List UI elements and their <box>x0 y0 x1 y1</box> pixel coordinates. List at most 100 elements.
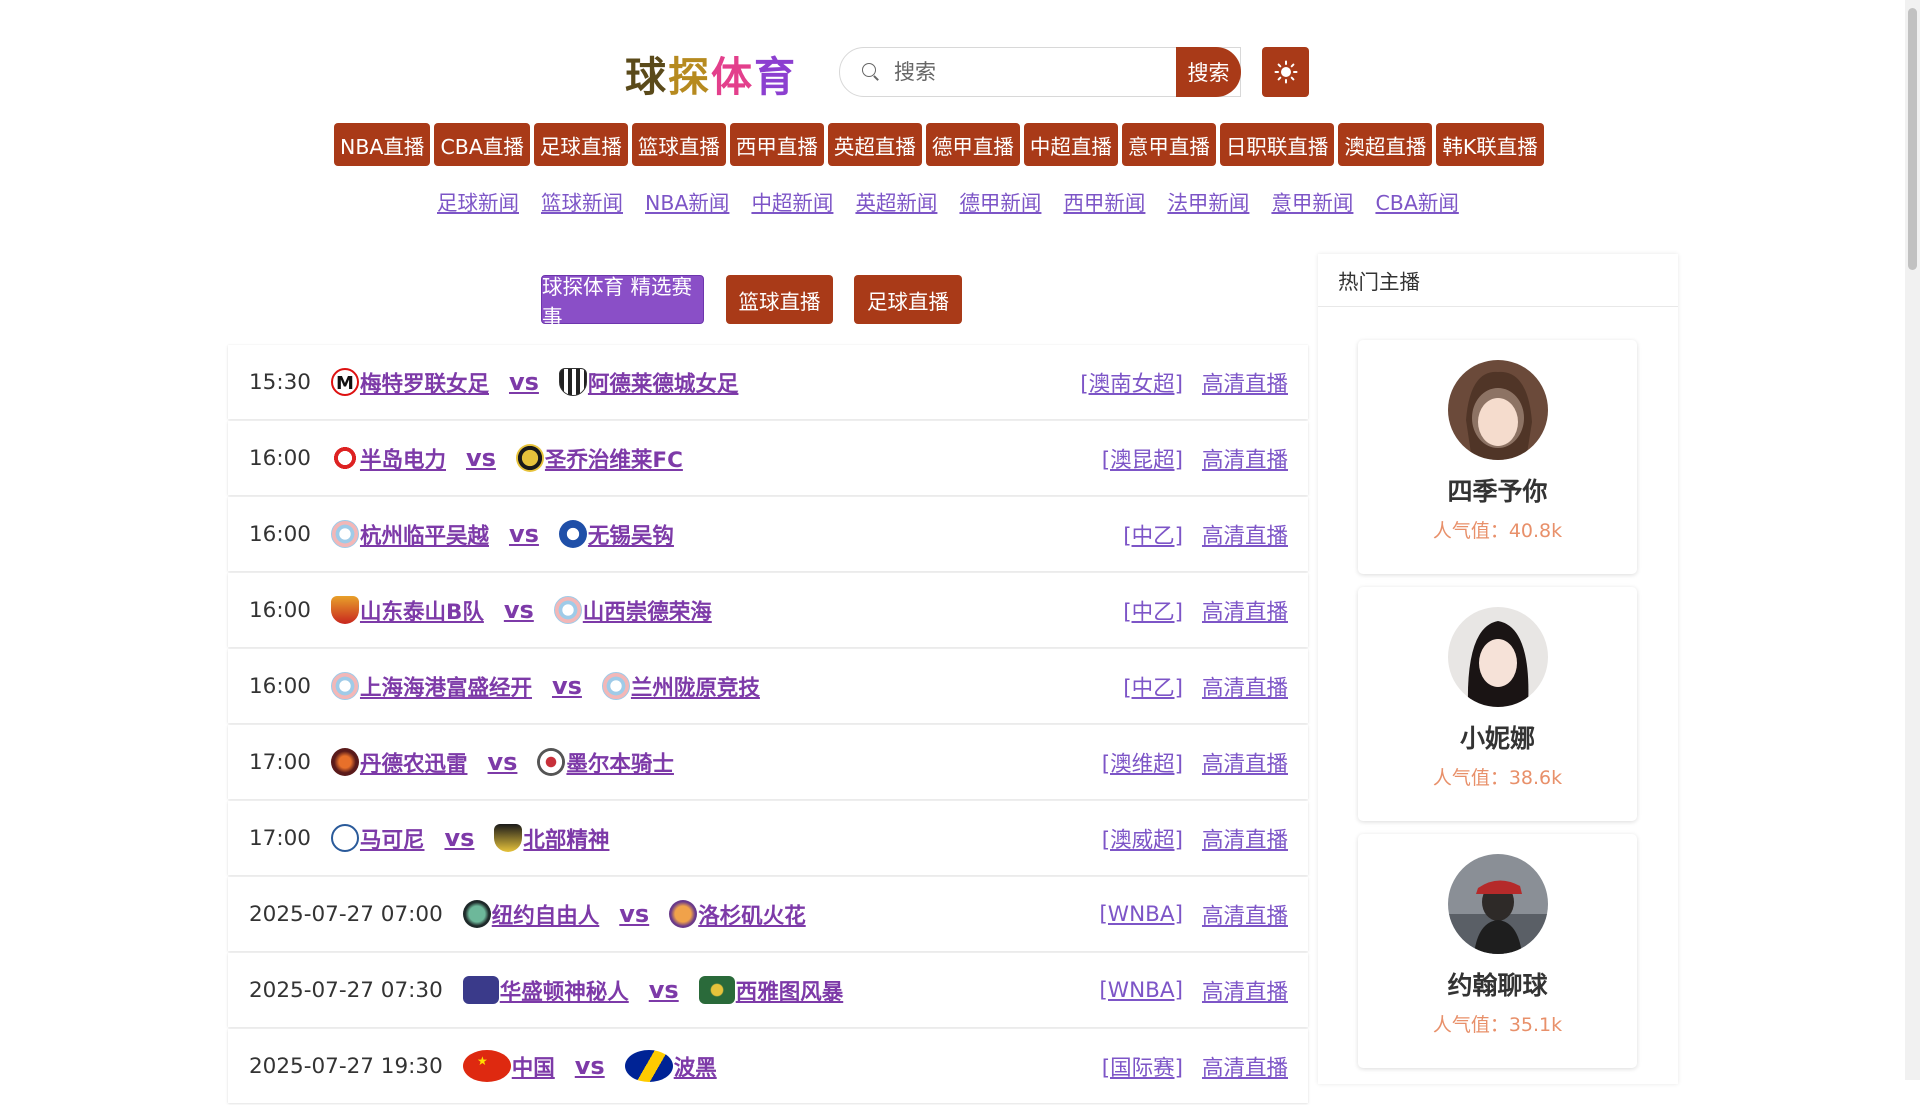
watch-live-link[interactable]: 高清直播 <box>1202 823 1288 854</box>
league-link[interactable]: [中乙] <box>1123 595 1183 626</box>
away-team[interactable]: 洛杉矶火花 <box>669 899 806 930</box>
league-link[interactable]: [澳威超] <box>1102 823 1183 854</box>
team-name[interactable]: 杭州临平吴越 <box>360 519 489 550</box>
team-name[interactable]: 半岛电力 <box>360 443 446 474</box>
team-name[interactable]: 波黑 <box>674 1051 717 1082</box>
live-nav-football[interactable]: 足球直播 <box>533 123 628 166</box>
home-team[interactable]: 纽约自由人 <box>462 899 600 930</box>
avatar[interactable] <box>1447 607 1548 707</box>
basketball-live-button[interactable]: 篮球直播 <box>726 275 833 324</box>
watch-live-link[interactable]: 高清直播 <box>1202 519 1288 550</box>
team-name[interactable]: 纽约自由人 <box>492 899 600 930</box>
team-name[interactable]: 兰州陇原竞技 <box>631 671 760 702</box>
team-name[interactable]: 洛杉矶火花 <box>698 899 806 930</box>
news-nav-cba[interactable]: CBA新闻 <box>1375 186 1458 216</box>
news-nav-epl[interactable]: 英超新闻 <box>855 186 937 216</box>
live-nav-jleague[interactable]: 日职联直播 <box>1219 123 1335 166</box>
league-link[interactable]: [WNBA] <box>1099 902 1183 927</box>
home-team[interactable]: 山东泰山B队 <box>330 595 484 626</box>
team-name[interactable]: 圣乔治维莱FC <box>545 443 683 474</box>
league-link[interactable]: [澳南女超] <box>1080 367 1183 398</box>
news-nav-basketball[interactable]: 篮球新闻 <box>541 186 623 216</box>
home-team[interactable]: 华盛顿神秘人 <box>462 975 629 1006</box>
away-team[interactable]: 北部精神 <box>494 823 609 854</box>
watch-live-link[interactable]: 高清直播 <box>1202 747 1288 778</box>
away-team[interactable]: 波黑 <box>624 1050 717 1082</box>
team-name[interactable]: 墨尔本骑士 <box>566 747 674 778</box>
live-nav-aleague[interactable]: 澳超直播 <box>1338 123 1433 166</box>
anchor-card[interactable]: 约翰聊球 人气值：35.1k <box>1358 834 1637 1068</box>
team-name[interactable]: 阿德莱德城女足 <box>588 367 739 398</box>
watch-live-link[interactable]: 高清直播 <box>1202 443 1288 474</box>
home-team[interactable]: 半岛电力 <box>330 443 446 474</box>
live-nav-nba[interactable]: NBA直播 <box>334 123 431 166</box>
home-team[interactable]: 杭州临平吴越 <box>330 519 489 550</box>
home-team[interactable]: 马可尼 <box>330 823 425 854</box>
team-name[interactable]: 上海海港富盛经开 <box>360 671 532 702</box>
site-logo[interactable]: 球探体育 <box>625 48 797 101</box>
league-link[interactable]: [WNBA] <box>1099 978 1183 1003</box>
away-team[interactable]: 圣乔治维莱FC <box>515 443 683 474</box>
news-nav-football[interactable]: 足球新闻 <box>437 186 519 216</box>
avatar[interactable] <box>1447 360 1548 460</box>
football-live-button[interactable]: 足球直播 <box>854 275 962 324</box>
league-link[interactable]: [澳昆超] <box>1102 443 1183 474</box>
team-name[interactable]: 山东泰山B队 <box>360 595 484 626</box>
away-team[interactable]: 无锡吴钩 <box>558 519 674 550</box>
team-name[interactable]: 马可尼 <box>360 823 425 854</box>
live-nav-csl[interactable]: 中超直播 <box>1023 123 1118 166</box>
scrollbar-thumb[interactable] <box>1908 8 1917 270</box>
watch-live-link[interactable]: 高清直播 <box>1202 899 1288 930</box>
live-nav-bundesliga[interactable]: 德甲直播 <box>925 123 1020 166</box>
live-nav-laliga[interactable]: 西甲直播 <box>729 123 824 166</box>
league-link[interactable]: [中乙] <box>1123 671 1183 702</box>
match-time: 16:00 <box>249 521 311 547</box>
watch-live-link[interactable]: 高清直播 <box>1202 671 1288 702</box>
team-name[interactable]: 中国 <box>512 1051 555 1082</box>
anchor-card[interactable]: 四季予你 人气值：40.8k <box>1358 340 1637 574</box>
news-nav-nba[interactable]: NBA新闻 <box>645 186 729 216</box>
live-nav-kleague[interactable]: 韩K联直播 <box>1436 123 1544 166</box>
league-link[interactable]: [中乙] <box>1123 519 1183 550</box>
news-nav-bundesliga[interactable]: 德甲新闻 <box>959 186 1041 216</box>
live-nav-seriea[interactable]: 意甲直播 <box>1121 123 1216 166</box>
watch-live-link[interactable]: 高清直播 <box>1202 1051 1288 1082</box>
search-button[interactable]: 搜索 <box>1176 47 1241 97</box>
team-name[interactable]: 山西崇德荣海 <box>583 595 712 626</box>
team-name[interactable]: 华盛顿神秘人 <box>500 975 629 1006</box>
avatar[interactable] <box>1447 854 1548 954</box>
home-team[interactable]: ★ 中国 <box>462 1050 555 1082</box>
team-name[interactable]: 无锡吴钩 <box>588 519 674 550</box>
search-input[interactable] <box>892 59 1196 85</box>
team-name[interactable]: 丹德农迅雷 <box>360 747 468 778</box>
news-nav-csl[interactable]: 中超新闻 <box>751 186 833 216</box>
watch-live-link[interactable]: 高清直播 <box>1202 367 1288 398</box>
news-nav-seriea[interactable]: 意甲新闻 <box>1271 186 1353 216</box>
league-link[interactable]: [国际赛] <box>1102 1051 1183 1082</box>
team-name[interactable]: 梅特罗联女足 <box>360 367 489 398</box>
home-team[interactable]: 丹德农迅雷 <box>330 747 468 778</box>
theme-toggle-button[interactable] <box>1262 47 1309 97</box>
page-scrollbar[interactable] <box>1905 0 1920 1080</box>
team-logo-icon <box>558 368 587 396</box>
watch-live-link[interactable]: 高清直播 <box>1202 595 1288 626</box>
team-name[interactable]: 北部精神 <box>523 823 609 854</box>
news-nav-ligue1[interactable]: 法甲新闻 <box>1167 186 1249 216</box>
live-nav-cba[interactable]: CBA直播 <box>434 123 530 166</box>
live-nav-epl[interactable]: 英超直播 <box>827 123 922 166</box>
featured-matches-button[interactable]: 球探体育 精选赛事 <box>541 275 704 329</box>
league-link[interactable]: [澳维超] <box>1102 747 1183 778</box>
live-nav-basketball[interactable]: 篮球直播 <box>631 123 726 166</box>
watch-live-link[interactable]: 高清直播 <box>1202 975 1288 1006</box>
home-team[interactable]: 上海海港富盛经开 <box>330 671 532 702</box>
away-team[interactable]: 山西崇德荣海 <box>553 595 712 626</box>
away-team[interactable]: 兰州陇原竞技 <box>601 671 760 702</box>
anchor-card[interactable]: 小妮娜 人气值：38.6k <box>1358 587 1637 821</box>
team-name[interactable]: 西雅图风暴 <box>736 975 844 1006</box>
away-team[interactable]: 墨尔本骑士 <box>537 747 674 778</box>
news-nav-laliga[interactable]: 西甲新闻 <box>1063 186 1145 216</box>
match-time: 16:00 <box>249 673 311 699</box>
away-team[interactable]: 西雅图风暴 <box>698 975 844 1006</box>
home-team[interactable]: M 梅特罗联女足 <box>330 367 489 398</box>
away-team[interactable]: 阿德莱德城女足 <box>558 367 739 398</box>
